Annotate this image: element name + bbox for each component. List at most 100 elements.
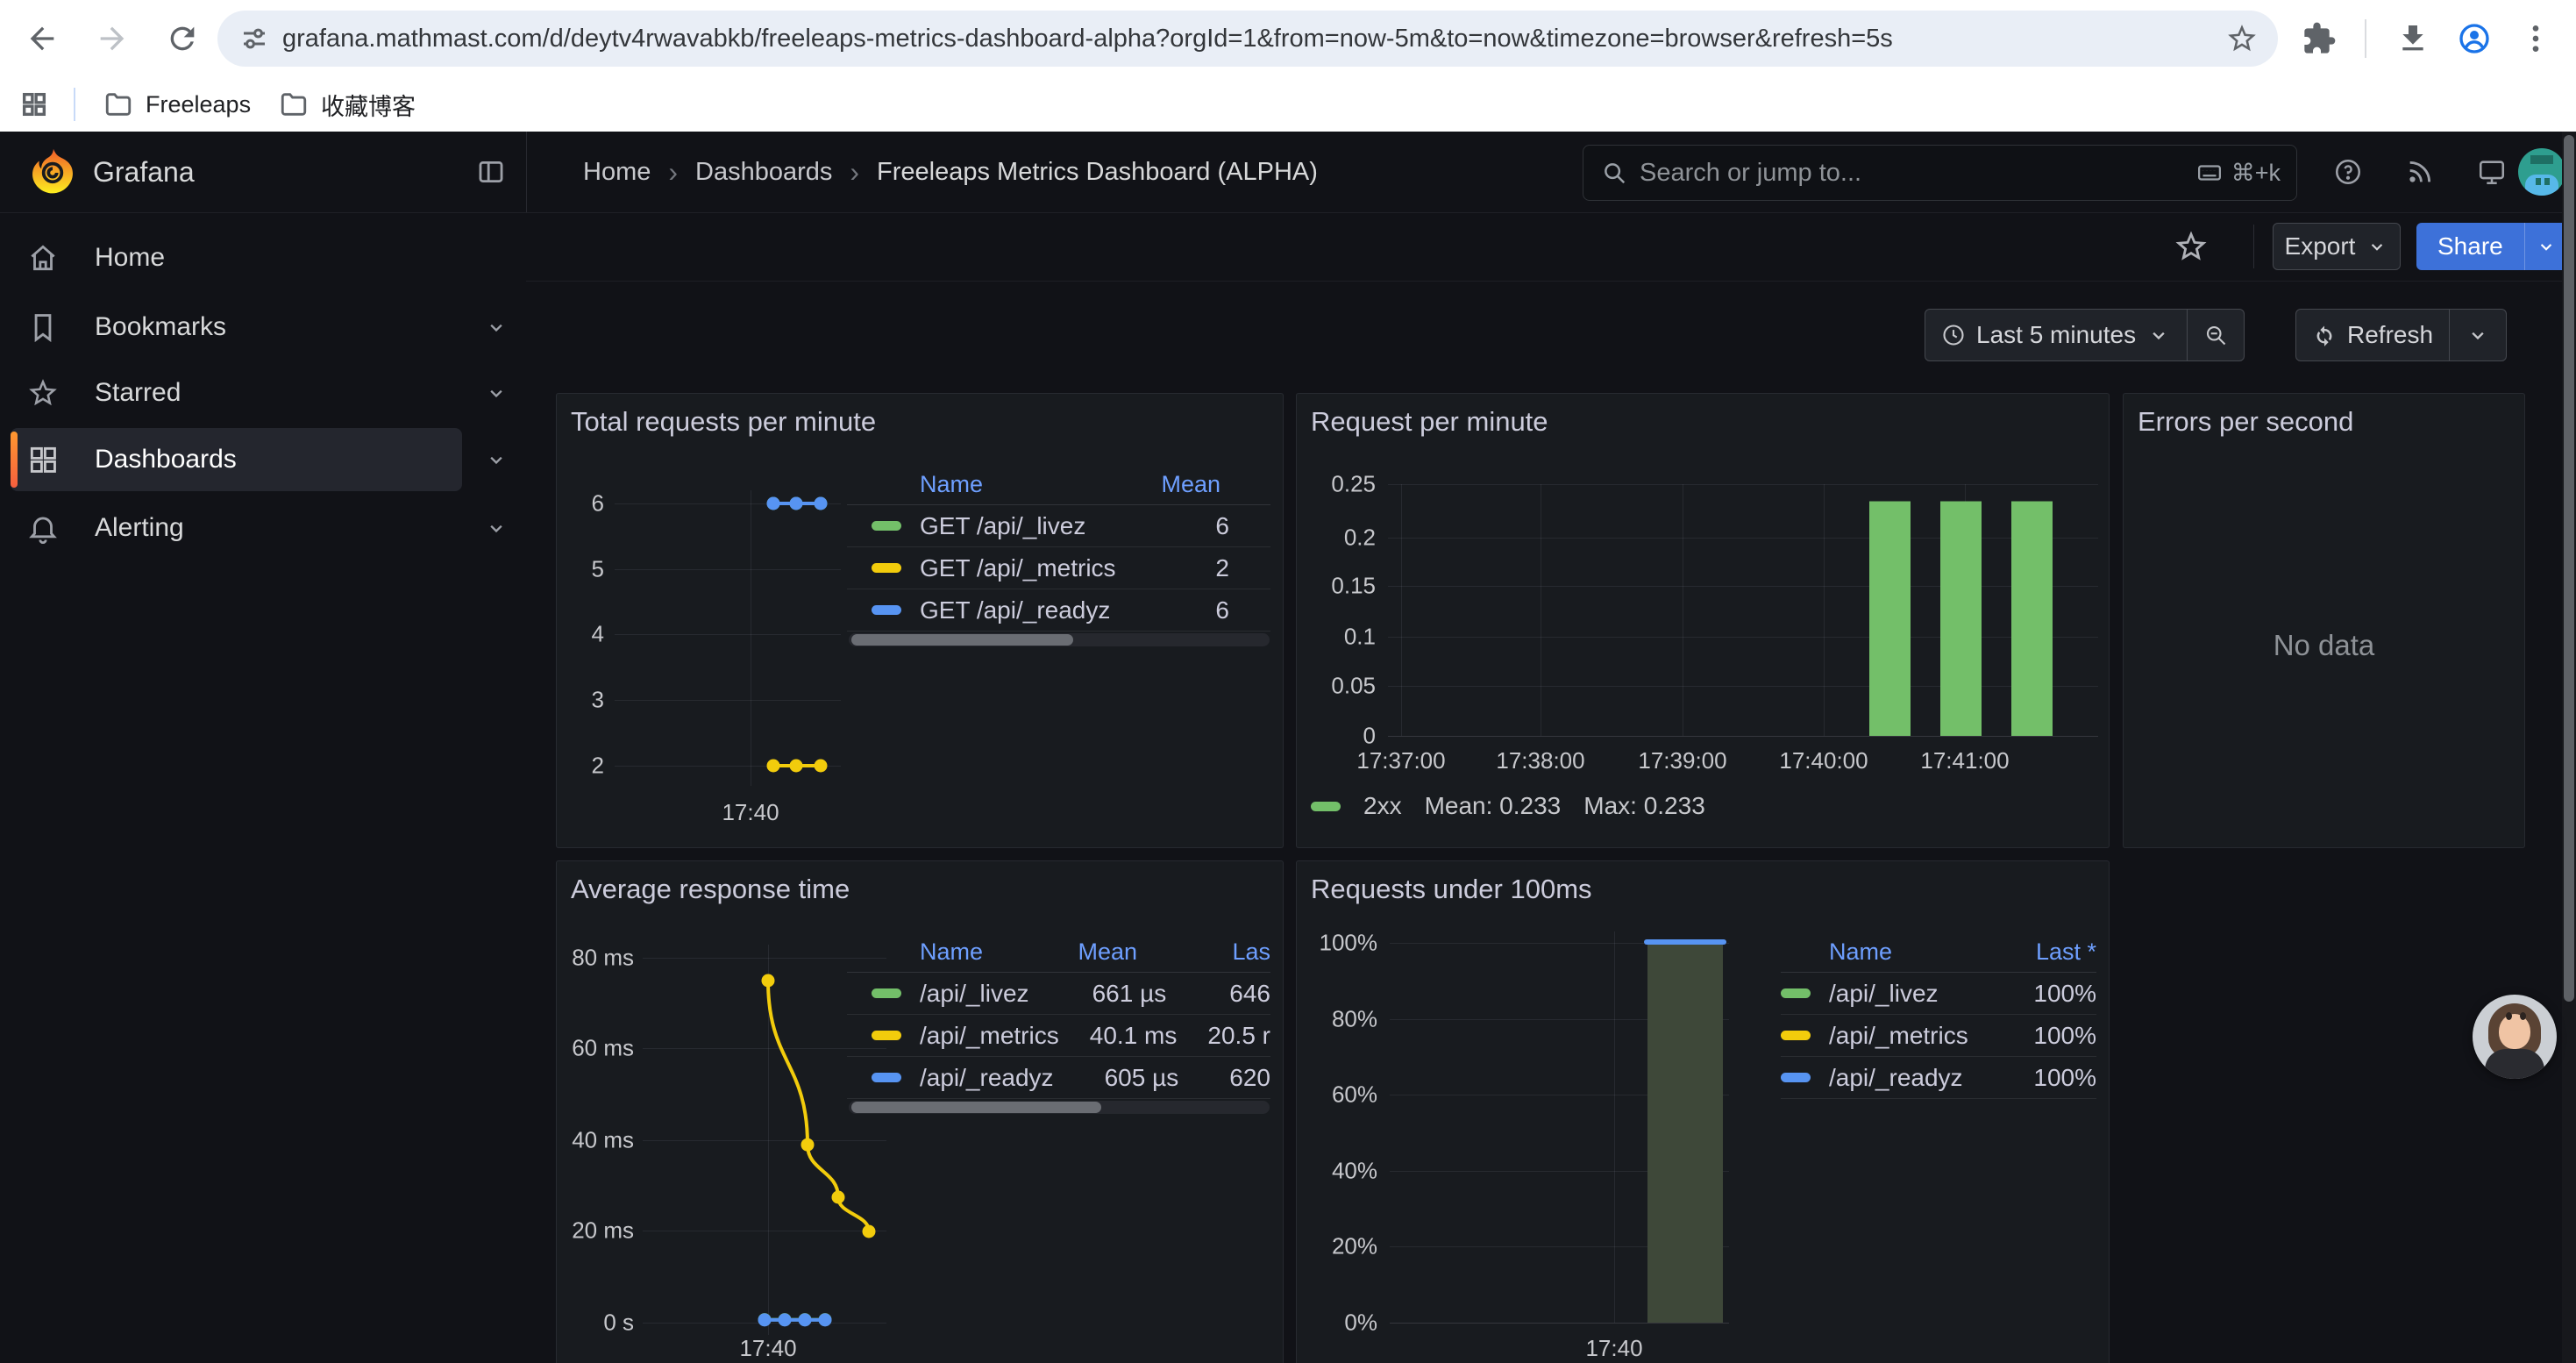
sidebar-item-starred[interactable]: Starred bbox=[0, 361, 526, 425]
x-tick: 17:38:00 bbox=[1496, 747, 1584, 774]
refresh-icon bbox=[2312, 323, 2337, 347]
share-button[interactable]: Share bbox=[2416, 223, 2524, 270]
series-name[interactable]: /api/_metrics bbox=[920, 1022, 1059, 1050]
bookmark-folder-blogs[interactable]: 收藏博客 bbox=[279, 77, 416, 132]
site-settings-icon[interactable] bbox=[238, 23, 270, 54]
panel-title[interactable]: Requests under 100ms bbox=[1311, 874, 1592, 905]
avatar-pattern bbox=[2536, 178, 2541, 185]
y-tick: 2 bbox=[557, 753, 604, 780]
bookmark-folder-freeleaps[interactable]: Freeleaps bbox=[103, 77, 251, 132]
browser-menu-icon[interactable] bbox=[2509, 12, 2562, 65]
zoom-out-button[interactable] bbox=[2188, 310, 2244, 360]
col-name[interactable]: Name bbox=[1829, 938, 1892, 966]
bookmark-star-icon[interactable] bbox=[2225, 22, 2259, 55]
legend-row[interactable]: /api/_livez 100% bbox=[1781, 973, 2096, 1015]
legend-header: Name Last * bbox=[1781, 931, 2096, 973]
requests-under-100ms-chart[interactable] bbox=[1384, 936, 1735, 1326]
sidebar-item-home[interactable]: Home bbox=[0, 226, 526, 289]
clock-icon bbox=[1941, 323, 1966, 347]
zoom-out-icon bbox=[2203, 323, 2228, 347]
x-tick: 17:40 bbox=[722, 799, 779, 826]
grafana-logo[interactable] bbox=[26, 146, 79, 198]
chevron-down-icon[interactable] bbox=[484, 315, 509, 339]
series-last: 100% bbox=[2033, 1022, 2096, 1050]
col-last[interactable]: Last * bbox=[2036, 938, 2096, 966]
col-mean[interactable]: Mean bbox=[1078, 938, 1137, 966]
panel-title[interactable]: Errors per second bbox=[2138, 406, 2353, 438]
chevron-down-icon[interactable] bbox=[484, 381, 509, 405]
sidebar-item-label: Dashboards bbox=[95, 428, 237, 491]
panel-title[interactable]: Request per minute bbox=[1311, 406, 1548, 438]
mega-menu-toggle-icon[interactable] bbox=[472, 153, 510, 191]
help-icon[interactable] bbox=[2329, 153, 2367, 191]
sidebar-item-dashboards[interactable]: Dashboards bbox=[0, 428, 526, 491]
series-name[interactable]: /api/_readyz bbox=[920, 1064, 1054, 1092]
legend-row[interactable]: /api/_readyz 605 µs 620 bbox=[847, 1057, 1270, 1099]
legend-table: Name Mean Las /api/_livez 661 µs 646 /ap… bbox=[847, 931, 1270, 1099]
brand-name[interactable]: Grafana bbox=[93, 132, 195, 212]
x-tick: 17:40 bbox=[1585, 1335, 1642, 1362]
series-name[interactable]: GET /api/_livez bbox=[920, 512, 1085, 540]
avatar-pattern bbox=[2544, 178, 2550, 185]
series-name[interactable]: /api/_livez bbox=[1829, 980, 1939, 1008]
dashboard-toolbar: Export Share bbox=[526, 212, 2576, 282]
refresh-button[interactable]: Refresh bbox=[2296, 310, 2449, 360]
user-avatar[interactable] bbox=[2518, 148, 2565, 196]
legend-scrollbar[interactable] bbox=[849, 633, 1270, 646]
news-icon[interactable] bbox=[2401, 153, 2439, 191]
assistant-avatar-widget[interactable] bbox=[2473, 995, 2557, 1079]
series-name[interactable]: GET /api/_readyz bbox=[920, 596, 1110, 624]
no-data-message: No data bbox=[2124, 629, 2524, 662]
series-color-dash bbox=[1781, 988, 1811, 998]
url-bar[interactable]: grafana.mathmast.com/d/deytv4rwavabkb/fr… bbox=[217, 11, 2278, 67]
panel-title[interactable]: Total requests per minute bbox=[571, 406, 876, 438]
series-name[interactable]: GET /api/_metrics bbox=[920, 554, 1116, 582]
refresh-interval-button[interactable] bbox=[2450, 310, 2506, 360]
y-tick: 3 bbox=[557, 687, 604, 714]
legend-row[interactable]: GET /api/_readyz 6 bbox=[847, 589, 1270, 632]
search-input[interactable]: Search or jump to... ⌘+k bbox=[1583, 145, 2297, 201]
favorite-star-icon[interactable] bbox=[2173, 228, 2210, 265]
page-scrollbar-thumb[interactable] bbox=[2564, 135, 2574, 1002]
forward-icon[interactable] bbox=[86, 12, 139, 65]
col-name[interactable]: Name bbox=[920, 471, 983, 498]
legend-row[interactable]: /api/_metrics 100% bbox=[1781, 1015, 2096, 1057]
series-name[interactable]: /api/_livez bbox=[920, 980, 1029, 1008]
chevron-down-icon[interactable] bbox=[484, 447, 509, 472]
url-text[interactable]: grafana.mathmast.com/d/deytv4rwavabkb/fr… bbox=[282, 25, 2225, 54]
toolbar-divider bbox=[2365, 19, 2366, 58]
extensions-icon[interactable] bbox=[2293, 12, 2345, 65]
total-requests-chart[interactable] bbox=[606, 482, 860, 789]
series-name[interactable]: 2xx bbox=[1363, 792, 1402, 820]
apps-grid-icon[interactable] bbox=[19, 77, 49, 132]
avatar-eye bbox=[2506, 1012, 2512, 1020]
series-name[interactable]: /api/_metrics bbox=[1829, 1022, 1968, 1050]
series-name[interactable]: /api/_readyz bbox=[1829, 1064, 1963, 1092]
legend-row[interactable]: /api/_readyz 100% bbox=[1781, 1057, 2096, 1099]
reload-icon[interactable] bbox=[156, 12, 209, 65]
col-name[interactable]: Name bbox=[920, 938, 983, 966]
legend-row[interactable]: GET /api/_livez 6 bbox=[847, 505, 1270, 547]
legend-row[interactable]: GET /api/_metrics 2 bbox=[847, 547, 1270, 589]
chevron-down-icon[interactable] bbox=[484, 516, 509, 540]
sidebar-item-bookmarks[interactable]: Bookmarks bbox=[0, 296, 526, 359]
panel-title[interactable]: Average response time bbox=[571, 874, 850, 905]
legend-row[interactable]: /api/_metrics 40.1 ms 20.5 r bbox=[847, 1015, 1270, 1057]
col-mean[interactable]: Mean bbox=[1161, 471, 1220, 498]
export-button[interactable]: Export bbox=[2273, 223, 2401, 270]
breadcrumb-home[interactable]: Home bbox=[583, 158, 651, 187]
request-per-minute-chart[interactable] bbox=[1384, 477, 2103, 740]
breadcrumb-dashboards[interactable]: Dashboards bbox=[695, 158, 832, 187]
share-menu-button[interactable] bbox=[2524, 223, 2567, 270]
sidebar-item-alerting[interactable]: Alerting bbox=[0, 496, 526, 560]
profile-icon[interactable] bbox=[2448, 12, 2501, 65]
toolbar-divider bbox=[2253, 225, 2254, 268]
col-last[interactable]: Las bbox=[1232, 938, 1270, 966]
back-icon[interactable] bbox=[16, 12, 68, 65]
legend-scrollbar[interactable] bbox=[849, 1101, 1270, 1114]
time-range-picker[interactable]: Last 5 minutes bbox=[1925, 310, 2187, 360]
monitor-icon[interactable] bbox=[2473, 153, 2511, 191]
panel-errors-per-second: Errors per second No data bbox=[2123, 393, 2525, 848]
legend-row[interactable]: /api/_livez 661 µs 646 bbox=[847, 973, 1270, 1015]
downloads-icon[interactable] bbox=[2387, 12, 2439, 65]
